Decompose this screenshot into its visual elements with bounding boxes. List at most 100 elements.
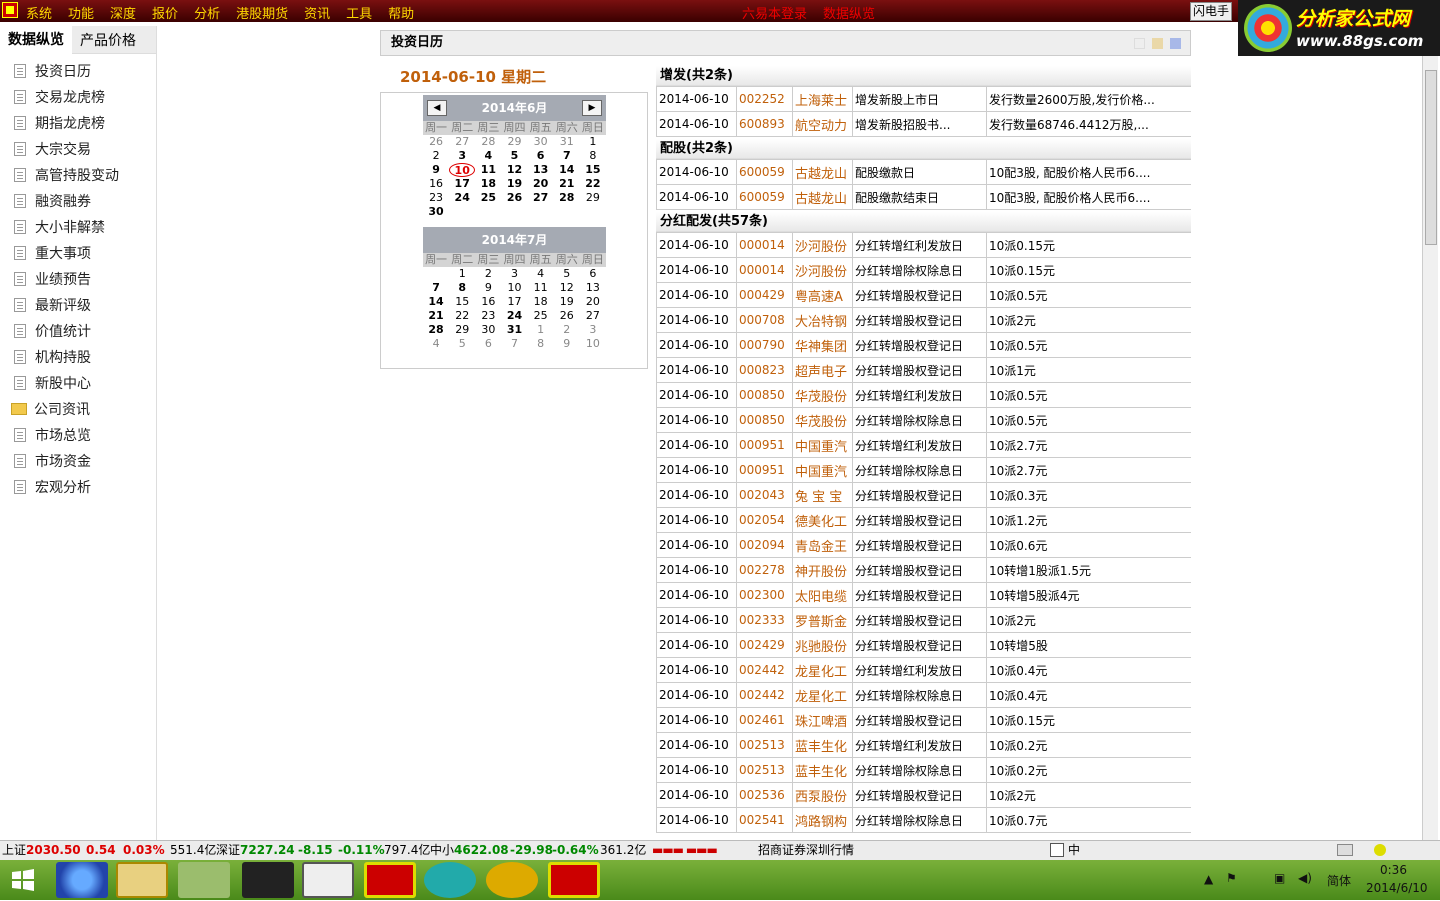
tool-star-icon[interactable] — [178, 862, 230, 898]
table-row[interactable]: 2014-06-10 000014 沙河股份 分红转增红利发放日 10派0.15元 — [656, 232, 1191, 258]
table-row[interactable]: 2014-06-10 600893 航空动力 增发新股招股书... 发行数量68746.… — [656, 111, 1191, 137]
window-color-icon[interactable] — [1152, 38, 1163, 49]
calendar-day[interactable]: 10 — [501, 281, 527, 295]
stock-code[interactable]: 002054 — [736, 507, 793, 533]
calendar-day[interactable]: 20 — [580, 295, 606, 309]
sidebar-item[interactable]: 市场总览 — [0, 422, 156, 448]
calendar-day[interactable]: 29 — [501, 135, 527, 149]
calendar-day[interactable]: 7 — [501, 337, 527, 351]
ime-mode[interactable]: 中 — [1068, 841, 1080, 860]
calendar-day[interactable]: 5 — [554, 267, 580, 281]
stock-code[interactable]: 000708 — [736, 307, 793, 333]
sidebar-item[interactable]: 机构持股 — [0, 344, 156, 370]
menu-item[interactable]: 工具 — [346, 3, 372, 22]
menu-item[interactable]: 分析 — [194, 3, 220, 22]
flash-trade-button[interactable]: 闪电手 — [1190, 2, 1232, 21]
table-row[interactable]: 2014-06-10 002536 西泵股份 分红转增股权登记日 10派2元 — [656, 782, 1191, 808]
scroll-thumb[interactable] — [1425, 70, 1437, 245]
calendar-day[interactable]: 27 — [528, 191, 554, 205]
sidebar-item[interactable]: 新股中心 — [0, 370, 156, 396]
calendar-day[interactable]: 3 — [501, 267, 527, 281]
calendar-day[interactable]: 9 — [475, 281, 501, 295]
sidebar-item[interactable]: 最新评级 — [0, 292, 156, 318]
calendar-day[interactable]: 17 — [501, 295, 527, 309]
table-row[interactable]: 2014-06-10 000429 粤高速A 分红转增股权登记日 10派0.5元 — [656, 282, 1191, 308]
stock-name[interactable]: 德美化工 — [792, 507, 853, 533]
stock-code[interactable]: 000014 — [736, 232, 793, 258]
calendar-day[interactable]: 21 — [554, 177, 580, 191]
stock-name[interactable]: 大冶特钢 — [792, 307, 853, 333]
stock-name[interactable]: 西泵股份 — [792, 782, 853, 808]
stock-name[interactable]: 蓝丰生化 — [792, 757, 853, 783]
sh-index[interactable]: 2030.50 — [26, 841, 81, 860]
calendar-day[interactable]: 4 — [475, 149, 501, 163]
calendar-day[interactable]: 2 — [423, 149, 449, 163]
calendar-day[interactable]: 17 — [449, 177, 475, 191]
calendar-day[interactable]: 7 — [423, 281, 449, 295]
calendar-day[interactable]: 1 — [580, 135, 606, 149]
calendar-day[interactable]: 27 — [580, 309, 606, 323]
stock-code[interactable]: 002043 — [736, 482, 793, 508]
calendar-day[interactable]: 24 — [501, 309, 527, 323]
clock-date[interactable]: 2014/6/10 — [1366, 881, 1428, 895]
stock-code[interactable]: 002278 — [736, 557, 793, 583]
stock-name[interactable]: 航空动力 — [792, 111, 853, 137]
menu-item[interactable]: 港股期货 — [236, 3, 288, 22]
calendar-day[interactable]: 27 — [449, 135, 475, 149]
sidebar-item[interactable]: 融资融券 — [0, 188, 156, 214]
stock-code[interactable]: 002513 — [736, 757, 793, 783]
start-windows-icon[interactable] — [6, 862, 40, 898]
calendar-day[interactable]: 23 — [423, 191, 449, 205]
tab-data-overview[interactable]: 数据纵览 — [0, 25, 72, 54]
stock-name[interactable]: 华茂股份 — [792, 382, 853, 408]
table-row[interactable]: 2014-06-10 002054 德美化工 分红转增股权登记日 10派1.2元 — [656, 507, 1191, 533]
calendar-day[interactable]: 12 — [501, 163, 527, 177]
calendar-day[interactable]: 21 — [423, 309, 449, 323]
stock-name[interactable]: 古越龙山 — [792, 184, 853, 210]
table-row[interactable]: 2014-06-10 000951 中国重汽 分红转增除权除息日 10派2.7元 — [656, 457, 1191, 483]
next-month-icon[interactable]: ▶ — [582, 100, 602, 116]
stock-code[interactable]: 000429 — [736, 282, 793, 308]
window-restore-icon[interactable] — [1134, 38, 1145, 49]
calendar-day[interactable]: 12 — [554, 281, 580, 295]
table-row[interactable]: 2014-06-10 002442 龙星化工 分红转增除权除息日 10派0.4元 — [656, 682, 1191, 708]
explorer-folder-icon[interactable] — [116, 862, 168, 898]
table-row[interactable]: 2014-06-10 600059 古越龙山 配股缴款结束日 10配3股, 配股价格人民… — [656, 184, 1191, 210]
stock-code[interactable]: 002513 — [736, 732, 793, 758]
stock-name[interactable]: 上海莱士 — [792, 86, 853, 112]
res-hacker-icon[interactable] — [242, 862, 294, 898]
table-row[interactable]: 2014-06-10 000708 大冶特钢 分红转增股权登记日 10派2元 — [656, 307, 1191, 333]
stock-name[interactable]: 古越龙山 — [792, 159, 853, 185]
menu-item[interactable]: 功能 — [68, 3, 94, 22]
stock-code[interactable]: 002429 — [736, 632, 793, 658]
tray-window-icon[interactable] — [1337, 844, 1353, 856]
calendar-day[interactable] — [423, 267, 449, 281]
calendar-day-today[interactable]: 10 — [449, 163, 476, 177]
stock-name[interactable]: 龙星化工 — [792, 682, 853, 708]
sidebar-item[interactable]: 大小非解禁 — [0, 214, 156, 240]
table-row[interactable]: 2014-06-10 002252 上海莱士 增发新股上市日 发行数量2600万股,发行… — [656, 86, 1191, 112]
stock-name[interactable]: 中国重汽 — [792, 457, 853, 483]
calendar-day[interactable]: 3 — [449, 149, 475, 163]
ime-icon[interactable] — [1050, 843, 1064, 857]
stock-code[interactable]: 002300 — [736, 582, 793, 608]
stock-code[interactable]: 002252 — [736, 86, 793, 112]
calendar-day[interactable]: 22 — [449, 309, 475, 323]
calendar-day[interactable]: 1 — [528, 323, 554, 337]
calendar-day[interactable]: 14 — [423, 295, 449, 309]
table-row[interactable]: 2014-06-10 000014 沙河股份 分红转增除权除息日 10派0.15元 — [656, 257, 1191, 283]
calendar-day[interactable]: 28 — [423, 323, 449, 337]
stock-name[interactable]: 太阳电缆 — [792, 582, 853, 608]
calendar-day[interactable]: 5 — [501, 149, 527, 163]
table-row[interactable]: 2014-06-10 000850 华茂股份 分红转增红利发放日 10派0.5元 — [656, 382, 1191, 408]
tray-flag-icon[interactable]: ⚑ — [1226, 871, 1237, 885]
table-row[interactable]: 2014-06-10 600059 古越龙山 配股缴款日 10配3股, 配股价格人民币6… — [656, 159, 1191, 185]
table-row[interactable]: 2014-06-10 002442 龙星化工 分红转增红利发放日 10派0.4元 — [656, 657, 1191, 683]
calendar-day[interactable]: 2 — [554, 323, 580, 337]
app-logo-icon[interactable] — [2, 2, 18, 18]
calendar-day[interactable]: 6 — [475, 337, 501, 351]
center-title-item[interactable]: 数据纵览 — [823, 7, 875, 22]
calendar-day[interactable]: 26 — [554, 309, 580, 323]
stock-code[interactable]: 000951 — [736, 432, 793, 458]
calendar-day[interactable]: 11 — [475, 163, 501, 177]
